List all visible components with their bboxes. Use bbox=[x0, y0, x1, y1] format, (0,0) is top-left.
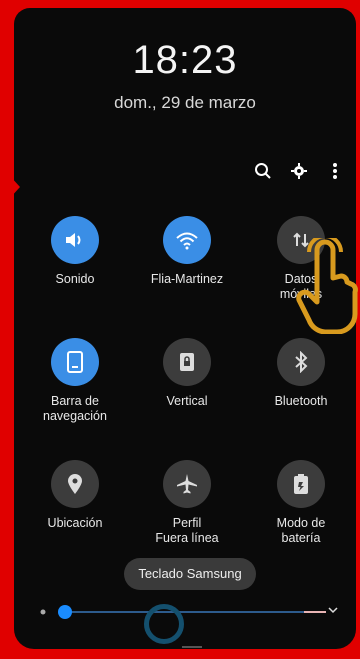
nav-bar-icon bbox=[51, 338, 99, 386]
tile-modo-bateria[interactable]: Modo de batería bbox=[246, 460, 356, 546]
tile-label: Perfil Fuera línea bbox=[155, 516, 219, 545]
gear-icon[interactable] bbox=[288, 160, 310, 182]
tile-label: Modo de batería bbox=[276, 516, 326, 545]
tile-bluetooth[interactable]: Bluetooth bbox=[246, 338, 356, 409]
tile-label: Ubicación bbox=[47, 516, 103, 530]
home-button[interactable] bbox=[144, 604, 184, 644]
tile-label: Flia-Martinez bbox=[150, 272, 224, 286]
location-pin-icon bbox=[51, 460, 99, 508]
tap-hand-icon bbox=[296, 238, 358, 334]
keyboard-toast: Teclado Samsung bbox=[124, 558, 256, 590]
chevron-down-icon[interactable] bbox=[327, 604, 339, 616]
search-icon[interactable] bbox=[252, 160, 274, 182]
brightness-sun-icon bbox=[40, 609, 46, 615]
brightness-slider[interactable] bbox=[34, 602, 339, 622]
wifi-icon bbox=[163, 216, 211, 264]
quick-panel-toolbar bbox=[252, 160, 346, 182]
bluetooth-icon bbox=[277, 338, 325, 386]
nav-handle bbox=[182, 646, 202, 648]
tile-label: Vertical bbox=[166, 394, 208, 408]
more-vert-icon[interactable] bbox=[324, 160, 346, 182]
tile-sonido[interactable]: Sonido bbox=[20, 216, 130, 287]
airplane-icon bbox=[163, 460, 211, 508]
arrow-marker bbox=[0, 165, 20, 209]
tile-perfil-fuera-linea[interactable]: Perfil Fuera línea bbox=[132, 460, 242, 546]
brightness-track-end bbox=[304, 611, 326, 613]
lock-rotation-icon bbox=[163, 338, 211, 386]
battery-mode-icon bbox=[277, 460, 325, 508]
brightness-track[interactable] bbox=[64, 611, 324, 613]
tile-label: Sonido bbox=[55, 272, 95, 286]
tile-ubicacion[interactable]: Ubicación bbox=[20, 460, 130, 531]
clock-date: dom., 29 de marzo bbox=[114, 93, 256, 112]
tile-wifi[interactable]: Flia-Martinez bbox=[132, 216, 242, 287]
volume-icon bbox=[51, 216, 99, 264]
tile-label: Barra de navegación bbox=[43, 394, 107, 423]
tile-barra-navegacion[interactable]: Barra de navegación bbox=[20, 338, 130, 424]
brightness-knob[interactable] bbox=[58, 605, 72, 619]
tile-vertical[interactable]: Vertical bbox=[132, 338, 242, 409]
tile-label: Bluetooth bbox=[274, 394, 328, 408]
clock-time: 18:23 bbox=[132, 38, 238, 82]
